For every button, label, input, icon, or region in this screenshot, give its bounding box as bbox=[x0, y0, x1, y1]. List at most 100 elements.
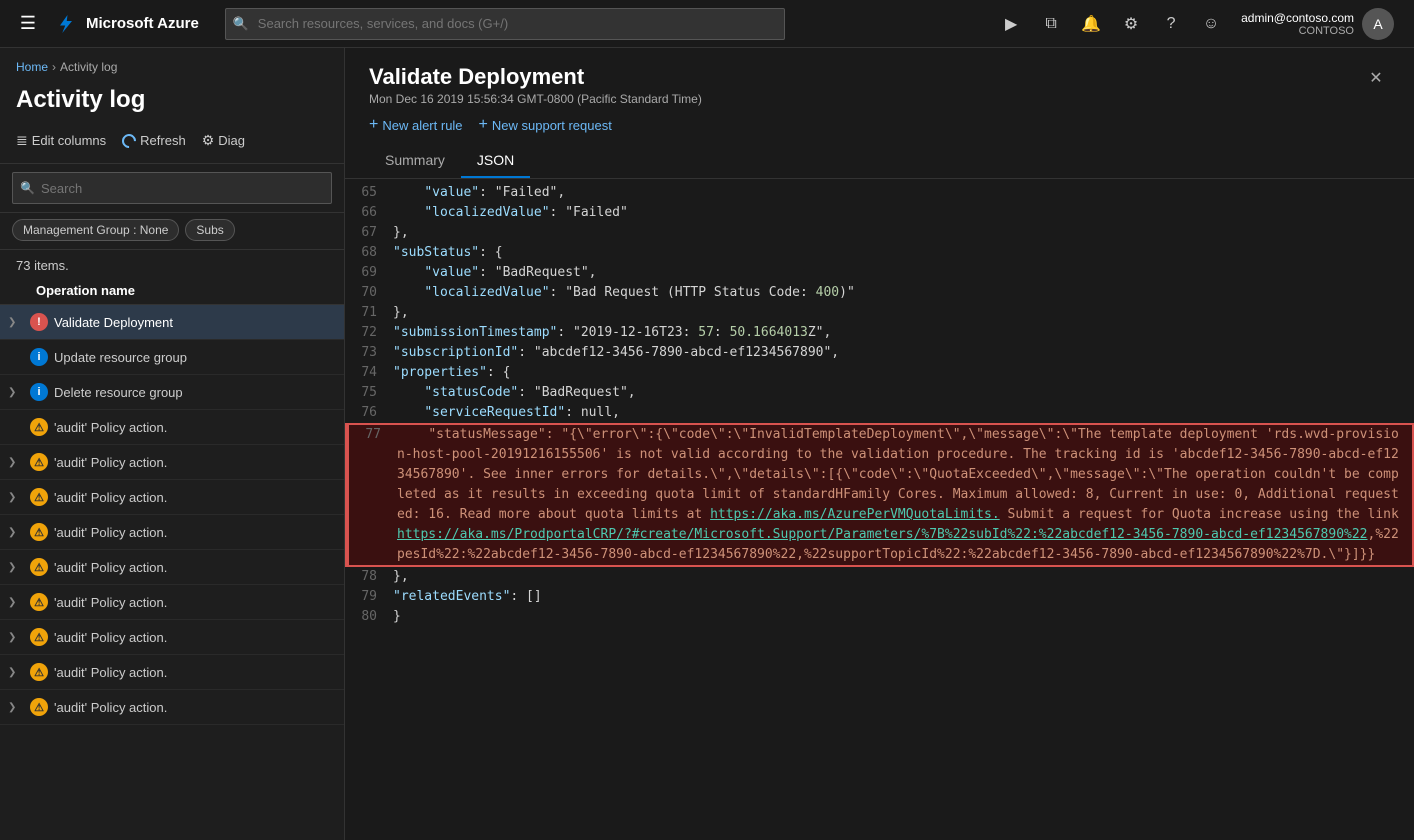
list-item[interactable]: ❯ ⚠ 'audit' Policy action. bbox=[0, 480, 344, 515]
azure-logo-icon bbox=[54, 12, 78, 36]
subscription-filter[interactable]: Subs bbox=[185, 219, 234, 241]
chevron-icon: ❯ bbox=[8, 667, 24, 678]
global-search: 🔍 bbox=[225, 8, 785, 40]
line-code: }, bbox=[393, 567, 1414, 587]
item-label: 'audit' Policy action. bbox=[54, 525, 336, 540]
new-alert-rule-button[interactable]: + New alert rule bbox=[369, 116, 463, 134]
user-email-label: admin@contoso.com bbox=[1241, 11, 1354, 25]
feedback-button[interactable]: ☺ bbox=[1193, 6, 1229, 42]
list-item[interactable]: ❯ ⚠ 'audit' Policy action. bbox=[0, 690, 344, 725]
edit-columns-button[interactable]: ≣ Edit columns bbox=[8, 126, 114, 155]
notifications-button[interactable]: 🔔 bbox=[1073, 6, 1109, 42]
list-item[interactable]: ❯ ⚠ 'audit' Policy action. bbox=[0, 515, 344, 550]
chevron-icon: ❯ bbox=[8, 632, 24, 643]
list-item[interactable]: ❯ ⚠ 'audit' Policy action. bbox=[0, 585, 344, 620]
status-icon: ⚠ bbox=[30, 418, 48, 436]
json-code-line: 67}, bbox=[345, 223, 1414, 243]
item-label: 'audit' Policy action. bbox=[54, 455, 336, 470]
help-button[interactable]: ? bbox=[1153, 6, 1189, 42]
breadcrumb-separator: › bbox=[52, 60, 56, 74]
tab-json[interactable]: JSON bbox=[461, 144, 530, 178]
line-code: "statusCode": "BadRequest", bbox=[393, 383, 1414, 403]
chevron-icon: ❯ bbox=[8, 317, 24, 328]
item-label: 'audit' Policy action. bbox=[54, 420, 336, 435]
topnav-action-bar: ▶ ⧉ 🔔 ⚙ ? ☺ admin@contoso.com CONTOSO A bbox=[993, 6, 1402, 42]
hamburger-menu-button[interactable]: ☰ bbox=[12, 8, 44, 40]
line-code: "properties": { bbox=[393, 363, 1414, 383]
management-group-filter[interactable]: Management Group : None bbox=[12, 219, 179, 241]
status-icon: ⚠ bbox=[30, 628, 48, 646]
line-number: 74 bbox=[345, 363, 393, 383]
list-item[interactable]: ❯ ! Validate Deployment bbox=[0, 305, 344, 340]
items-count: 73 items. bbox=[0, 250, 344, 277]
activity-list: ❯ ! Validate Deployment i Update resourc… bbox=[0, 305, 344, 840]
sidebar-toolbar: ≣ Edit columns Refresh ⚙ Diag bbox=[0, 126, 344, 164]
line-number: 67 bbox=[345, 223, 393, 243]
panel-header: Validate Deployment Mon Dec 16 2019 15:5… bbox=[345, 48, 1414, 179]
list-item[interactable]: ⚠ 'audit' Policy action. bbox=[0, 410, 344, 445]
list-item[interactable]: ❯ ⚠ 'audit' Policy action. bbox=[0, 620, 344, 655]
list-item[interactable]: ❯ ⚠ 'audit' Policy action. bbox=[0, 445, 344, 480]
refresh-button[interactable]: Refresh bbox=[114, 127, 194, 154]
chevron-icon: ❯ bbox=[8, 702, 24, 713]
item-label: 'audit' Policy action. bbox=[54, 630, 336, 645]
top-navigation: ☰ Microsoft Azure 🔍 ▶ ⧉ 🔔 ⚙ ? ☺ admin@co… bbox=[0, 0, 1414, 48]
breadcrumb-current: Activity log bbox=[60, 60, 117, 74]
line-number: 71 bbox=[345, 303, 393, 323]
json-code-line: 74"properties": { bbox=[345, 363, 1414, 383]
json-code-line: 71}, bbox=[345, 303, 1414, 323]
json-code-line: 79"relatedEvents": [] bbox=[345, 587, 1414, 607]
page-title: Activity log bbox=[0, 78, 344, 126]
json-code-line: 72"submissionTimestamp": "2019-12-16T23:… bbox=[345, 323, 1414, 343]
sidebar-search-input[interactable] bbox=[12, 172, 332, 204]
list-item[interactable]: ❯ i Delete resource group bbox=[0, 375, 344, 410]
item-label: Update resource group bbox=[54, 350, 336, 365]
panel-subtitle: Mon Dec 16 2019 15:56:34 GMT-0800 (Pacif… bbox=[369, 92, 702, 106]
detail-panel: Validate Deployment Mon Dec 16 2019 15:5… bbox=[345, 48, 1414, 840]
item-label: 'audit' Policy action. bbox=[54, 700, 336, 715]
cloud-shell-button[interactable]: ▶ bbox=[993, 6, 1029, 42]
chevron-placeholder bbox=[8, 352, 24, 363]
sidebar-filters: Management Group : None Subs bbox=[0, 213, 344, 250]
json-code-line: 69 "value": "BadRequest", bbox=[345, 263, 1414, 283]
item-label: Validate Deployment bbox=[54, 315, 336, 330]
list-item[interactable]: ❯ ⚠ 'audit' Policy action. bbox=[0, 550, 344, 585]
status-icon: ⚠ bbox=[30, 663, 48, 681]
content-area: Home › Activity log Activity log ≣ Edit … bbox=[0, 48, 1414, 840]
status-icon: ! bbox=[30, 313, 48, 331]
status-icon: ⚠ bbox=[30, 453, 48, 471]
line-code: "submissionTimestamp": "2019-12-16T23: 5… bbox=[393, 323, 1414, 343]
json-link[interactable]: https://aka.ms/AzurePerVMQuotaLimits. bbox=[710, 507, 1000, 522]
line-code: } bbox=[393, 607, 1414, 627]
refresh-icon bbox=[119, 131, 139, 151]
chevron-icon: ❯ bbox=[8, 562, 24, 573]
diag-label: Diag bbox=[218, 133, 245, 148]
line-number: 65 bbox=[345, 183, 393, 203]
plus-icon-2: + bbox=[479, 116, 488, 134]
chevron-icon: ❯ bbox=[8, 387, 24, 398]
portal-feedback-button[interactable]: ⧉ bbox=[1033, 6, 1069, 42]
breadcrumb-home[interactable]: Home bbox=[16, 60, 48, 74]
json-code-line: 76 "serviceRequestId": null, bbox=[345, 403, 1414, 423]
line-code: "relatedEvents": [] bbox=[393, 587, 1414, 607]
line-code: "value": "BadRequest", bbox=[393, 263, 1414, 283]
panel-close-button[interactable]: ✕ bbox=[1362, 64, 1390, 92]
item-label: 'audit' Policy action. bbox=[54, 595, 336, 610]
list-item[interactable]: i Update resource group bbox=[0, 340, 344, 375]
list-item[interactable]: ❯ ⚠ 'audit' Policy action. bbox=[0, 655, 344, 690]
new-support-label: New support request bbox=[492, 118, 612, 133]
status-icon: i bbox=[30, 348, 48, 366]
json-code-line: 75 "statusCode": "BadRequest", bbox=[345, 383, 1414, 403]
global-search-input[interactable] bbox=[225, 8, 785, 40]
user-account-menu[interactable]: admin@contoso.com CONTOSO A bbox=[1233, 8, 1402, 40]
breadcrumb: Home › Activity log bbox=[0, 48, 344, 78]
new-support-request-button[interactable]: + New support request bbox=[479, 116, 612, 134]
settings-button[interactable]: ⚙ bbox=[1113, 6, 1149, 42]
chevron-icon: ❯ bbox=[8, 597, 24, 608]
json-link[interactable]: https://aka.ms/ProdportalCRP/?#create/Mi… bbox=[397, 527, 1368, 542]
global-search-icon: 🔍 bbox=[233, 16, 249, 32]
tab-summary[interactable]: Summary bbox=[369, 144, 461, 178]
diag-button[interactable]: ⚙ Diag bbox=[194, 126, 253, 155]
line-number: 73 bbox=[345, 343, 393, 363]
json-viewer[interactable]: 65 "value": "Failed",66 "localizedValue"… bbox=[345, 179, 1414, 840]
